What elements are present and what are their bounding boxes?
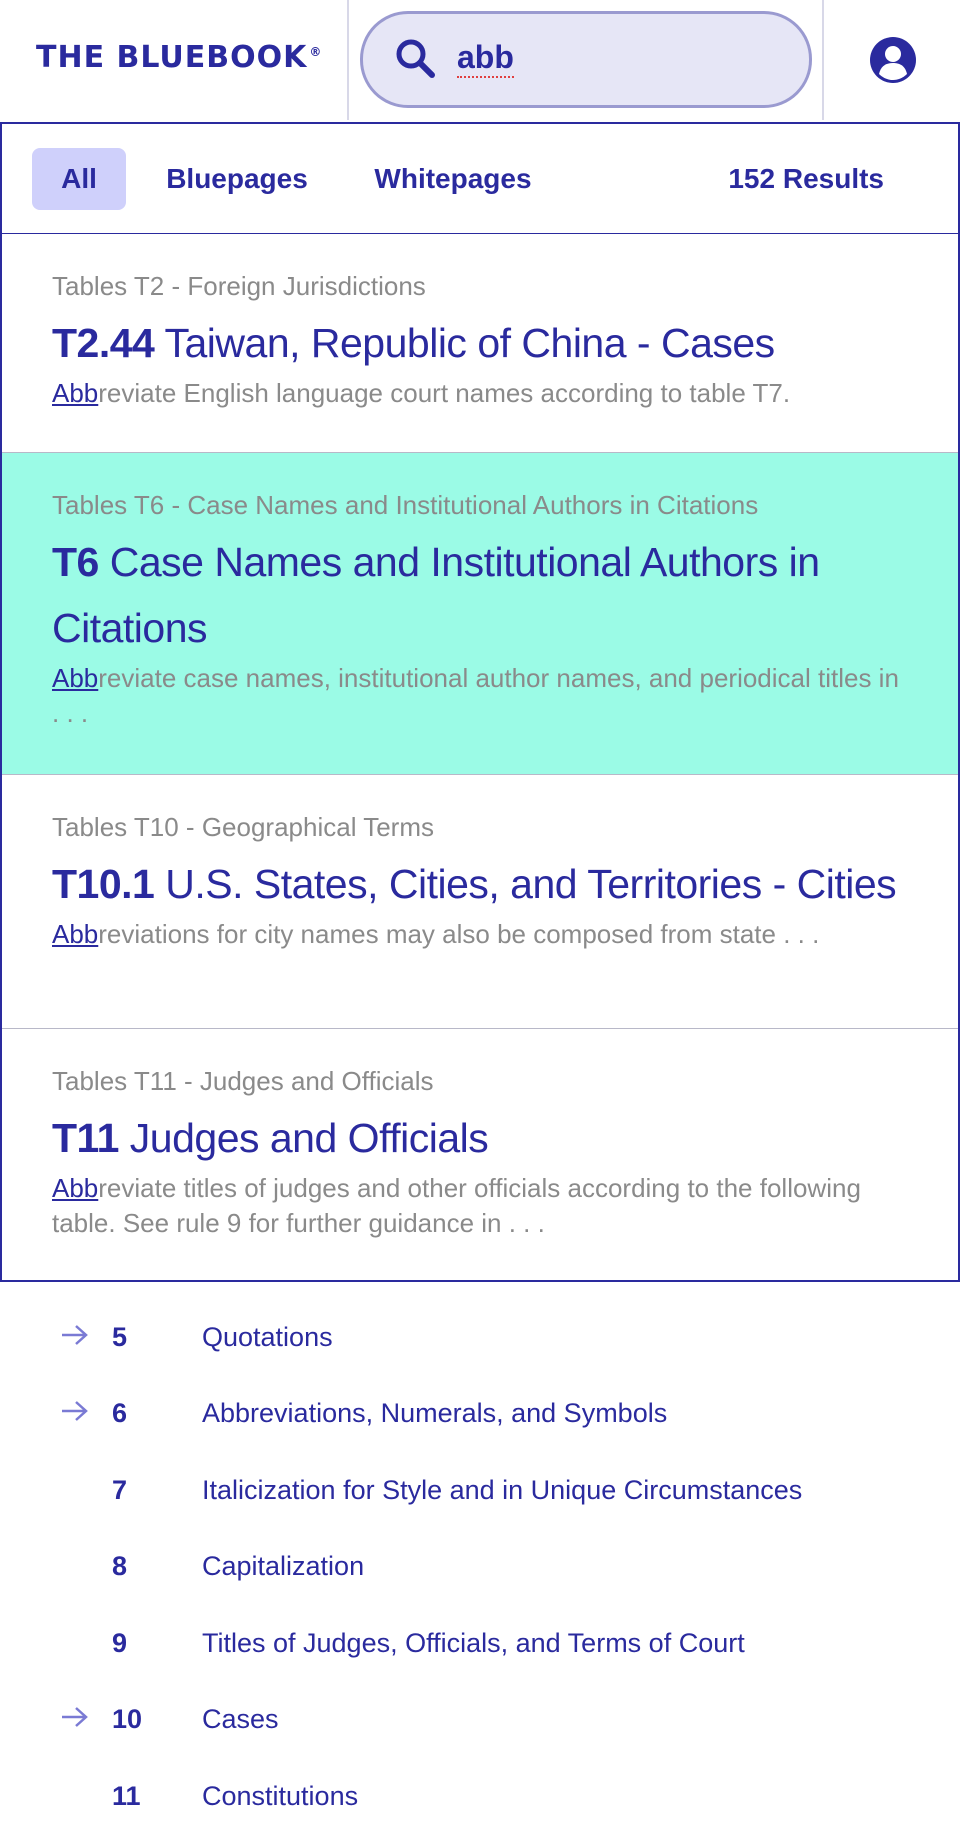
- logo-text: THE BLUEBOOK: [36, 40, 308, 75]
- snippet-text: reviate case names, institutional author…: [52, 663, 899, 728]
- rule-item[interactable]: 6 Abbreviations, Numerals, and Symbols: [0, 1388, 960, 1448]
- rule-number: 5: [112, 1322, 128, 1352]
- logo-registered-mark: ®: [309, 45, 323, 59]
- result-item-highlighted[interactable]: Tables T6 - Case Names and Institutional…: [2, 453, 958, 775]
- rule-item[interactable]: 7 Italicization for Style and in Unique …: [0, 1465, 960, 1525]
- tab-whitepages[interactable]: Whitepages: [362, 148, 544, 210]
- rule-item[interactable]: 11 Constitutions: [0, 1771, 960, 1831]
- search-input[interactable]: abb: [457, 38, 514, 78]
- top-header: THE BLUEBOOK ® abb: [0, 0, 960, 122]
- snippet-text: reviate titles of judges and other offic…: [52, 1173, 861, 1238]
- rule-title[interactable]: Constitutions: [202, 1781, 358, 1812]
- rule-item[interactable]: 8 Capitalization: [0, 1541, 960, 1601]
- header-divider: [822, 0, 824, 120]
- result-number: T2.44: [52, 320, 155, 366]
- rule-title[interactable]: Titles of Judges, Officials, and Terms o…: [202, 1628, 745, 1659]
- result-item[interactable]: Tables T2 - Foreign Jurisdictions T2.44 …: [2, 234, 958, 453]
- result-number: T10.1: [52, 861, 155, 907]
- rule-number: 7: [112, 1475, 128, 1505]
- rule-item[interactable]: 10 Cases: [0, 1694, 960, 1754]
- rule-number: 9: [112, 1628, 128, 1658]
- snippet-text: reviate English language court names acc…: [98, 378, 791, 408]
- result-section: Tables T2 - Foreign Jurisdictions: [52, 271, 426, 301]
- rule-number: 10: [112, 1704, 143, 1734]
- search-results-panel: All Bluepages Whitepages 152 Results Tab…: [0, 122, 960, 1282]
- result-item[interactable]: Tables T10 - Geographical Terms T10.1 U.…: [2, 775, 958, 1029]
- search-match: Abb: [52, 1173, 99, 1203]
- rule-item[interactable]: 9 Titles of Judges, Officials, and Terms…: [0, 1618, 960, 1678]
- arrow-right-icon: [62, 1325, 88, 1345]
- result-section: Tables T11 - Judges and Officials: [52, 1066, 434, 1096]
- result-title-text: Case Names and Institutional Authors in …: [52, 539, 820, 651]
- result-section: Tables T6 - Case Names and Institutional…: [52, 490, 759, 520]
- rule-title[interactable]: Italicization for Style and in Unique Ci…: [202, 1475, 802, 1506]
- rule-title[interactable]: Cases: [202, 1704, 279, 1735]
- search-icon[interactable]: [393, 36, 437, 80]
- rule-number: 8: [112, 1551, 128, 1581]
- user-icon[interactable]: [869, 36, 917, 84]
- results-tabs: All Bluepages Whitepages 152 Results: [2, 124, 958, 234]
- result-snippet: Abbreviate titles of judges and other of…: [52, 1171, 908, 1241]
- rule-number: 6: [112, 1398, 128, 1428]
- rule-title[interactable]: Capitalization: [202, 1551, 364, 1582]
- result-title[interactable]: T2.44 Taiwan, Republic of China - Cases: [52, 310, 908, 376]
- snippet-text: reviations for city names may also be co…: [98, 919, 820, 949]
- result-title-text: U.S. States, Cities, and Territories - C…: [154, 861, 897, 907]
- tab-bluepages[interactable]: Bluepages: [152, 148, 322, 210]
- search-match: Abb: [52, 378, 99, 408]
- tab-all[interactable]: All: [32, 148, 126, 210]
- rule-item[interactable]: 5 Quotations: [0, 1312, 960, 1372]
- arrow-right-icon: [62, 1707, 88, 1727]
- result-title[interactable]: T11 Judges and Officials: [52, 1105, 908, 1171]
- search-match: Abb: [52, 663, 99, 693]
- result-snippet: Abbreviate case names, institutional aut…: [52, 661, 908, 731]
- result-number: T6: [52, 539, 99, 585]
- result-title[interactable]: T10.1 U.S. States, Cities, and Territori…: [52, 851, 908, 917]
- result-item[interactable]: Tables T11 - Judges and Officials T11 Ju…: [2, 1029, 958, 1280]
- result-snippet: Abbreviate English language court names …: [52, 376, 908, 411]
- arrow-right-icon: [62, 1401, 88, 1421]
- rule-title[interactable]: Quotations: [202, 1322, 333, 1353]
- search-bar[interactable]: abb: [360, 11, 812, 108]
- result-title[interactable]: T6 Case Names and Institutional Authors …: [52, 529, 908, 661]
- header-divider: [347, 0, 349, 120]
- results-count: 152 Results: [728, 163, 884, 194]
- result-section: Tables T10 - Geographical Terms: [52, 812, 435, 842]
- rule-number: 11: [112, 1781, 141, 1811]
- result-title-text: Taiwan, Republic of China - Cases: [154, 320, 775, 366]
- bluebook-logo[interactable]: THE BLUEBOOK ®: [36, 40, 322, 75]
- search-match: Abb: [52, 919, 99, 949]
- result-number: T11: [52, 1115, 119, 1161]
- result-snippet: Abbreviations for city names may also be…: [52, 917, 908, 952]
- rule-title[interactable]: Abbreviations, Numerals, and Symbols: [202, 1398, 667, 1429]
- result-title-text: Judges and Officials: [118, 1115, 489, 1161]
